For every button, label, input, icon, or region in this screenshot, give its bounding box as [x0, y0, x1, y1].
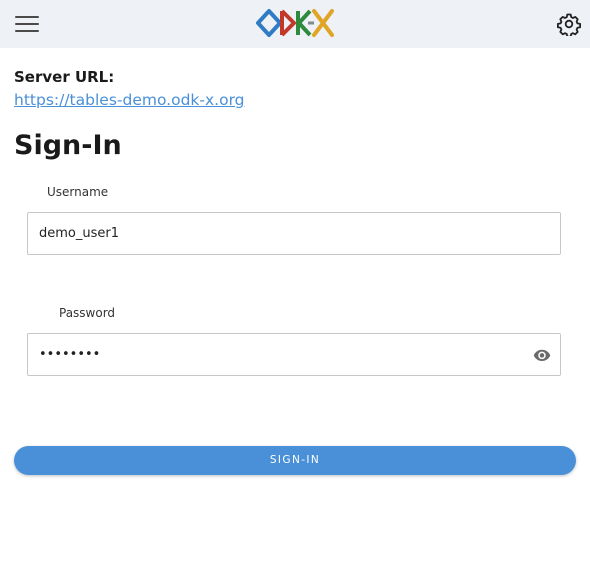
password-input[interactable]: [39, 334, 519, 375]
menu-line-bottom: [15, 30, 39, 32]
page-title: Sign-In: [14, 130, 122, 161]
password-field-container: [27, 333, 561, 376]
sign-in-button[interactable]: SIGN-IN: [14, 446, 576, 475]
odk-x-logo: [256, 9, 334, 37]
logo-d-shape: [280, 9, 296, 37]
menu-line-middle: [15, 23, 39, 25]
gear-icon: [557, 13, 581, 38]
menu-button[interactable]: [14, 13, 40, 35]
toggle-password-visibility-button[interactable]: [532, 346, 552, 364]
username-label: Username: [47, 185, 109, 199]
server-url-link[interactable]: https://tables-demo.odk-x.org: [14, 91, 245, 109]
username-field-container: [27, 212, 561, 255]
eye-icon: [533, 349, 551, 361]
settings-button[interactable]: [557, 12, 581, 38]
username-input[interactable]: [39, 213, 519, 254]
password-label: Password: [59, 306, 116, 320]
top-app-bar: [0, 0, 590, 48]
menu-line-top: [15, 16, 39, 18]
logo-o-shape: [256, 9, 282, 37]
server-url-label: Server URL:: [14, 68, 115, 86]
logo-x-shape: [312, 9, 334, 37]
